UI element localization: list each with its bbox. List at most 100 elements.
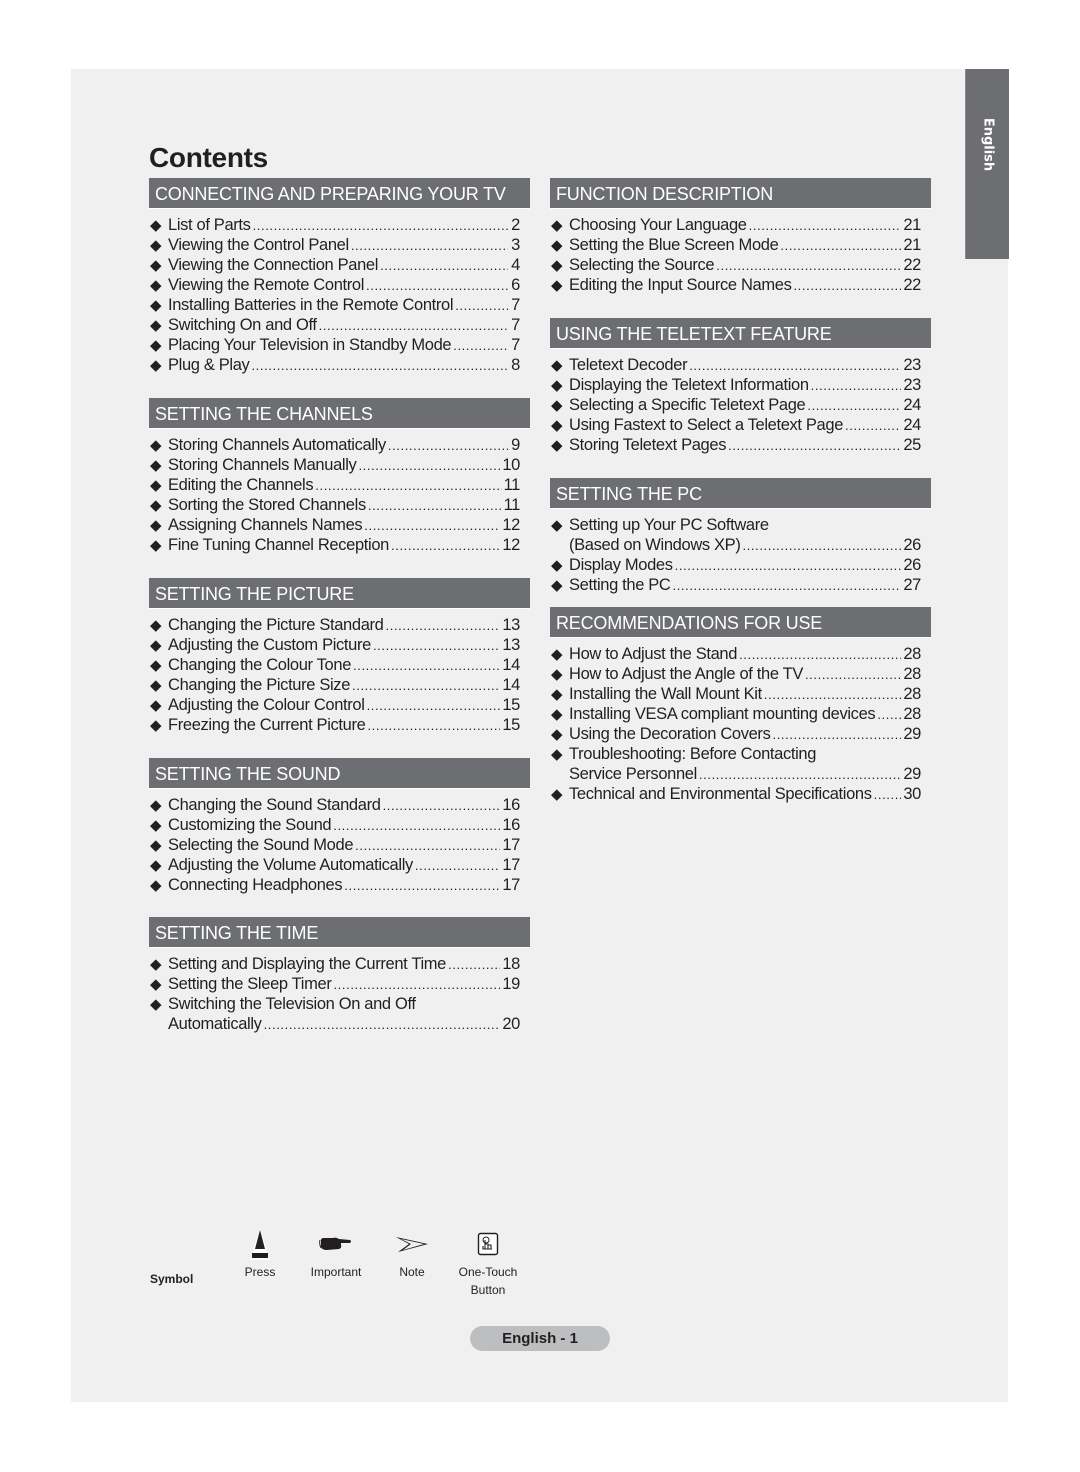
toc-page-number: 26 [903,536,921,554]
toc-entry[interactable]: ◆ Switching On and Off 7 [149,315,530,335]
toc-entry[interactable]: ◆ How to Adjust the Stand 28 [550,644,931,664]
toc-entry[interactable]: ◆ Using the Decoration Covers 29 [550,724,931,744]
toc-entry[interactable]: ◆ Troubleshooting: Before Contacting [550,744,931,764]
page-number-badge: English - 1 [470,1326,610,1351]
toc-entry-label: Changing the Picture Size [168,676,351,694]
toc-entry[interactable]: ◆ Editing the Channels 11 [149,475,530,495]
toc-entry[interactable]: ◆ Installing the Wall Mount Kit 28 [550,684,931,704]
toc-entry[interactable]: ◆ Selecting a Specific Teletext Page 24 [550,395,931,415]
dot-leader [689,356,901,376]
diamond-bullet-icon: ◆ [150,497,162,514]
diamond-bullet-icon: ◆ [150,976,162,993]
diamond-bullet-icon: ◆ [551,557,563,574]
toc-entry-label: Viewing the Remote Control [168,276,365,294]
toc-entry[interactable]: ◆ How to Adjust the Angle of the TV 28 [550,664,931,684]
toc-entry[interactable]: ◆ Changing the Picture Standard 13 [149,615,530,635]
toc-entry[interactable]: ◆ Selecting the Source 22 [550,255,931,275]
toc-entry[interactable]: ◆ Setting up Your PC Software [550,515,931,535]
toc-page-number: 22 [903,256,921,274]
toc-entry[interactable]: ◆ Editing the Input Source Names 22 [550,275,931,295]
toc-entry[interactable]: ◆ Displaying the Teletext Information 23 [550,375,931,395]
toc-entry[interactable]: ◆ List of Parts 2 [149,215,530,235]
toc-entry[interactable]: ◆ Installing VESA compliant mounting devi… [550,704,931,724]
toc-entry[interactable]: ◆ Sorting the Stored Channels 11 [149,495,530,515]
diamond-bullet-icon: ◆ [551,786,563,803]
toc-entry[interactable]: ◆ Placing Your Television in Standby Mode… [149,335,530,355]
toc-entry-list: ◆ List of Parts 2 ◆ Viewing the Control Pane… [149,215,530,375]
toc-entry[interactable]: ◆ Changing the Picture Size 14 [149,675,530,695]
toc-entry[interactable]: ◆ Viewing the Remote Control 6 [149,275,530,295]
toc-entry[interactable]: ◆ Storing Channels Automatically 9 [149,435,530,455]
toc-page-number: 15 [502,716,520,734]
dot-leader [333,816,500,836]
toc-entry[interactable]: ◆ Teletext Decoder 23 [550,355,931,375]
toc-entry-continuation[interactable]: ◆(Based on Windows XP)26 [550,535,931,555]
toc-page-number: 11 [503,496,521,514]
diamond-bullet-icon: ◆ [150,317,162,334]
dot-leader [699,765,901,785]
toc-page-number: 15 [502,696,520,714]
toc-entry[interactable]: ◆ Connecting Headphones 17 [149,875,530,895]
diamond-bullet-icon: ◆ [551,666,563,683]
toc-entry[interactable]: ◆ Storing Teletext Pages 25 [550,435,931,455]
toc-entry-label: Display Modes [569,556,673,574]
diamond-bullet-icon: ◆ [150,697,162,714]
dot-leader [877,705,901,725]
toc-entry[interactable]: ◆ Setting and Displaying the Current Time… [149,954,530,974]
toc-entry-list: ◆ Changing the Picture Standard 13 ◆ Adjusti… [149,615,530,735]
toc-entry[interactable]: ◆ Fine Tuning Channel Reception 12 [149,535,530,555]
toc-entry[interactable]: ◆ Changing the Colour Tone 14 [149,655,530,675]
toc-entry[interactable]: ◆ Using Fastext to Select a Teletext Page… [550,415,931,435]
toc-entry[interactable]: ◆ Viewing the Control Panel 3 [149,235,530,255]
toc-entry[interactable]: ◆ Adjusting the Volume Automatically 17 [149,855,530,875]
toc-page-number: 23 [903,356,921,374]
toc-page-number: 24 [903,396,921,414]
toc-entry-label: How to Adjust the Stand [569,645,738,663]
toc-entry[interactable]: ◆ Switching the Television On and Off [149,994,530,1014]
toc-entry[interactable]: ◆ Setting the Blue Screen Mode 21 [550,235,931,255]
dot-leader [355,836,500,856]
dot-leader [805,665,901,685]
toc-entry[interactable]: ◆ Display Modes 26 [550,555,931,575]
toc-entry[interactable]: ◆ Plug & Play 8 [149,355,530,375]
diamond-bullet-icon: ◆ [551,357,563,374]
diamond-bullet-icon: ◆ [150,357,162,374]
toc-page-number: 17 [502,856,520,874]
dot-leader [675,556,902,576]
toc-entry[interactable]: ◆ Assigning Channels Names 12 [149,515,530,535]
toc-entry[interactable]: ◆ Setting the PC 27 [550,575,931,595]
diamond-bullet-icon: ◆ [150,637,162,654]
toc-entry[interactable]: ◆ Changing the Sound Standard 16 [149,795,530,815]
toc-entry-continuation[interactable]: ◆Service Personnel29 [550,764,931,784]
toc-entry[interactable]: ◆ Freezing the Current Picture 15 [149,715,530,735]
toc-entry-label: Switching the Television On and Off [168,995,416,1013]
toc-entry-label: Selecting the Sound Mode [168,836,354,854]
toc-page-number: 21 [903,216,921,234]
toc-entry[interactable]: ◆ Technical and Environmental Specificati… [550,784,931,804]
toc-entry-label: Editing the Input Source Names [569,276,792,294]
diamond-bullet-icon: ◆ [150,537,162,554]
toc-page-number: 14 [502,656,520,674]
toc-entry[interactable]: ◆ Installing Batteries in the Remote Cont… [149,295,530,315]
toc-page-number: 17 [502,836,520,854]
toc-entry[interactable]: ◆ Viewing the Connection Panel 4 [149,255,530,275]
toc-entry[interactable]: ◆ Adjusting the Custom Picture 13 [149,635,530,655]
toc-entry-continuation[interactable]: ◆Automatically20 [149,1014,530,1034]
toc-entry[interactable]: ◆ Setting the Sleep Timer 19 [149,974,530,994]
diamond-bullet-icon: ◆ [150,617,162,634]
diamond-bullet-icon: ◆ [551,437,563,454]
toc-page-number: 17 [502,876,520,894]
toc-entry-label: Setting the Sleep Timer [168,975,332,993]
toc-entry[interactable]: ◆ Storing Channels Manually 10 [149,455,530,475]
diamond-bullet-icon: ◆ [150,337,162,354]
toc-entry[interactable]: ◆ Customizing the Sound 16 [149,815,530,835]
toc-entry-label: Selecting the Source [569,256,715,274]
toc-entry[interactable]: ◆ Adjusting the Colour Control 15 [149,695,530,715]
toc-page-number: 28 [903,685,921,703]
toc-entry[interactable]: ◆ Choosing Your Language 21 [550,215,931,235]
toc-entry-label: Storing Channels Automatically [168,436,386,454]
diamond-bullet-icon: ◆ [150,517,162,534]
toc-entry[interactable]: ◆ Selecting the Sound Mode 17 [149,835,530,855]
section-header: RECOMMENDATIONS FOR USE [550,607,931,638]
page-title: Contents [149,142,268,173]
